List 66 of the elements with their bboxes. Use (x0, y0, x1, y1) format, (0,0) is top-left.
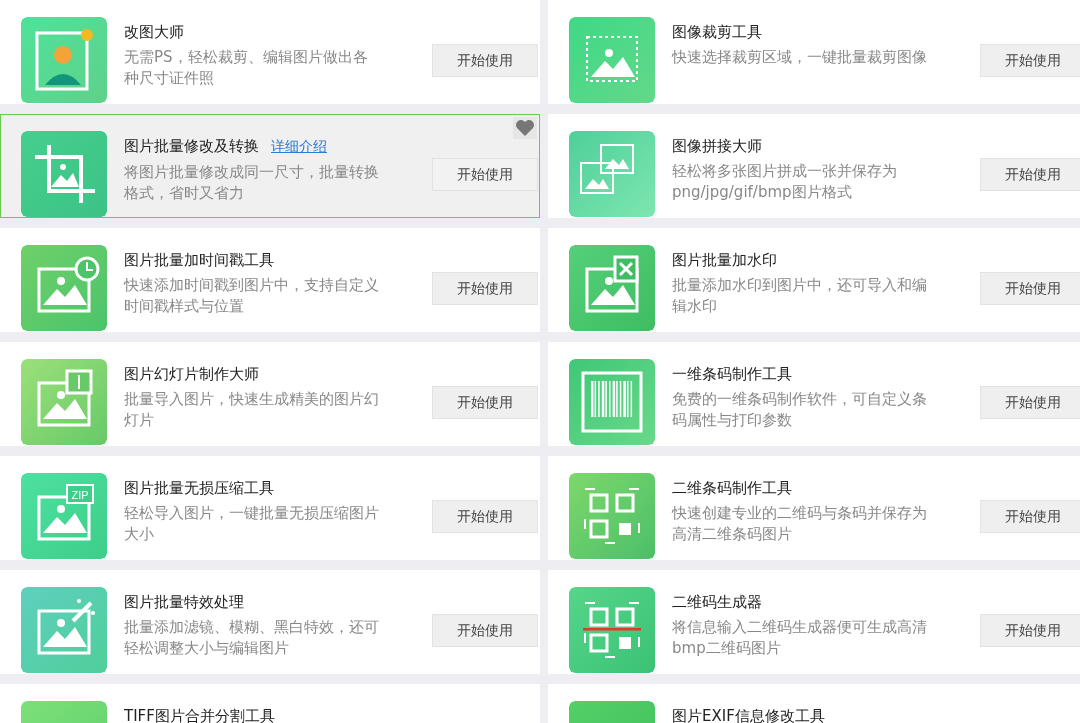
tool-title: 图片批量加水印 (672, 251, 777, 269)
tool-card[interactable]: 图片EXIF信息修改工具 (548, 684, 1080, 723)
tool-title: 图片幻灯片制作大师 (124, 365, 259, 383)
tool-title: 图片EXIF信息修改工具 (672, 707, 825, 723)
details-link[interactable]: 详细介绍 (271, 138, 327, 156)
tool-description: 批量添加滤镜、模糊、黑白特效，还可轻松调整大小与编辑图片 (124, 617, 380, 659)
tool-description: 快速选择裁剪区域，一键批量裁剪图像 (672, 47, 928, 68)
tool-icon (21, 17, 107, 103)
tool-card[interactable]: ZIP 图片批量无损压缩工具 轻松导入图片，一键批量无损压缩图片大小 开始使用 (0, 456, 540, 560)
tool-icon (569, 473, 655, 559)
start-button[interactable]: 开始使用 (980, 614, 1080, 647)
start-button[interactable]: 开始使用 (432, 272, 538, 305)
tool-description: 轻松将多张图片拼成一张并保存为png/jpg/gif/bmp图片格式 (672, 161, 898, 203)
start-button[interactable]: 开始使用 (980, 386, 1080, 419)
tool-icon (21, 245, 107, 331)
tool-description: 将图片批量修改成同一尺寸，批量转换格式，省时又省力 (124, 162, 380, 204)
tool-card[interactable]: 一维条码制作工具 免费的一维条码制作软件，可自定义条码属性与打印参数 开始使用 (548, 342, 1080, 446)
tool-card[interactable]: 二维码生成器 将信息输入二维码生成器便可生成高清bmp二维码图片 开始使用 (548, 570, 1080, 674)
tool-description: 将信息输入二维码生成器便可生成高清bmp二维码图片 (672, 617, 928, 659)
tool-icon (569, 17, 655, 103)
tool-title: 图像拼接大师 (672, 137, 762, 155)
start-button[interactable]: 开始使用 (980, 158, 1080, 191)
tool-card[interactable]: 图片批量特效处理 批量添加滤镜、模糊、黑白特效，还可轻松调整大小与编辑图片 开始使用 (0, 570, 540, 674)
tool-title: 图片批量加时间戳工具 (124, 251, 274, 269)
tool-title: 改图大师 (124, 23, 184, 41)
tool-description: 批量添加水印到图片中，还可导入和编辑水印 (672, 275, 928, 317)
tool-title: 图片批量无损压缩工具 (124, 479, 274, 497)
tool-card[interactable]: 图片批量加水印 批量添加水印到图片中，还可导入和编辑水印 开始使用 (548, 228, 1080, 332)
tool-card[interactable]: 图片批量修改及转换 详细介绍 将图片批量修改成同一尺寸，批量转换格式，省时又省力 开始使用 (0, 114, 540, 218)
tool-icon: ZIP (21, 473, 107, 559)
tool-description: 快速创建专业的二维码与条码并保存为高清二维条码图片 (672, 503, 928, 545)
tool-description: 轻松导入图片，一键批量无损压缩图片大小 (124, 503, 380, 545)
tool-title: 图片批量特效处理 (124, 593, 244, 611)
start-button[interactable]: 开始使用 (432, 386, 538, 419)
tool-title: 图片批量修改及转换 (124, 137, 259, 155)
tool-title: TIFF图片合并分割工具 (124, 707, 275, 723)
tool-icon (21, 587, 107, 673)
start-button[interactable]: 开始使用 (432, 44, 538, 77)
tool-title: 一维条码制作工具 (672, 365, 792, 383)
tool-description: 快速添加时间戳到图片中，支持自定义时间戳样式与位置 (124, 275, 380, 317)
tool-card[interactable]: TIFF图片合并分割工具 (0, 684, 540, 723)
start-button[interactable]: 开始使用 (980, 272, 1080, 305)
tool-card[interactable]: 图片幻灯片制作大师 批量导入图片，快速生成精美的图片幻灯片 开始使用 (0, 342, 540, 446)
heart-icon[interactable] (513, 117, 537, 139)
start-button[interactable]: 开始使用 (432, 158, 538, 191)
tool-card[interactable]: 改图大师 无需PS，轻松裁剪、编辑图片做出各种尺寸证件照 开始使用 (0, 0, 540, 104)
tool-icon (569, 359, 655, 445)
tool-description: 无需PS，轻松裁剪、编辑图片做出各种尺寸证件照 (124, 47, 369, 89)
tool-title: 图像裁剪工具 (672, 23, 762, 41)
tool-title: 二维码生成器 (672, 593, 762, 611)
tool-card[interactable]: 图像裁剪工具 快速选择裁剪区域，一键批量裁剪图像 开始使用 (548, 0, 1080, 104)
start-button[interactable]: 开始使用 (980, 44, 1080, 77)
tool-card[interactable]: 二维条码制作工具 快速创建专业的二维码与条码并保存为高清二维条码图片 开始使用 (548, 456, 1080, 560)
start-button[interactable]: 开始使用 (980, 500, 1080, 533)
tool-card[interactable]: 图片批量加时间戳工具 快速添加时间戳到图片中，支持自定义时间戳样式与位置 开始使用 (0, 228, 540, 332)
tool-icon (21, 359, 107, 445)
tool-icon (21, 131, 107, 217)
start-button[interactable]: 开始使用 (432, 500, 538, 533)
tool-description: 免费的一维条码制作软件，可自定义条码属性与打印参数 (672, 389, 928, 431)
tool-icon (569, 245, 655, 331)
start-button[interactable]: 开始使用 (432, 614, 538, 647)
tool-title: 二维条码制作工具 (672, 479, 792, 497)
tool-icon (569, 131, 655, 217)
tool-description: 批量导入图片，快速生成精美的图片幻灯片 (124, 389, 380, 431)
tool-card[interactable]: 图像拼接大师 轻松将多张图片拼成一张并保存为png/jpg/gif/bmp图片格式 开始使用 (548, 114, 1080, 218)
tool-icon (569, 587, 655, 673)
